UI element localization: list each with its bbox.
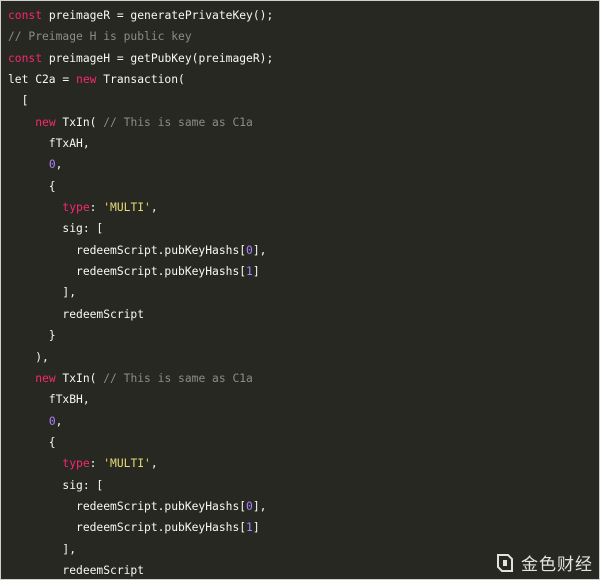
code-token-plain: ),	[8, 350, 49, 364]
code-token-number: 0	[48, 414, 56, 428]
watermark-text: 金色财经	[521, 555, 593, 575]
code-line: type: 'MULTI',	[8, 453, 599, 474]
code-line: sig: [	[8, 475, 599, 496]
code-token-number: 1	[246, 521, 253, 535]
code-token-plain: redeemScript.pubKeyHashs[	[8, 265, 247, 279]
code-token-plain: ],	[8, 286, 77, 300]
code-token-plain: TxIn(	[55, 371, 104, 385]
code-token-comment: // This is same as C1a	[103, 371, 253, 385]
code-token-number: 1	[246, 265, 253, 279]
code-token-plain: sig: [	[8, 478, 104, 492]
code-token-plain: preimageR = generatePrivateKey();	[42, 9, 274, 22]
code-line: fTxAH,	[8, 133, 599, 154]
code-token-plain: ,	[150, 457, 158, 471]
code-token-plain: ],	[252, 243, 267, 257]
code-line: new TxIn( // This is same as C1a	[8, 112, 599, 133]
code-token-plain: sig: [	[8, 222, 104, 236]
code-token-plain: ]	[252, 521, 260, 535]
code-token-plain: redeemScript.pubKeyHashs[	[8, 521, 247, 535]
code-token-plain: :	[89, 201, 104, 215]
code-line: new TxIn( // This is same as C1a	[8, 368, 599, 389]
code-line: redeemScript.pubKeyHashs[1]	[8, 517, 599, 538]
code-token-plain: {	[8, 435, 56, 449]
code-line: ),	[8, 347, 599, 368]
code-line: // Preimage H is public key	[8, 26, 599, 47]
code-token-number: 0	[48, 158, 56, 172]
code-token-number: 0	[246, 243, 253, 257]
code-token-keyword: new	[35, 115, 56, 129]
code-line: {	[8, 432, 599, 453]
code-token-plain: {	[8, 179, 56, 193]
code-line: [	[8, 90, 599, 111]
code-token-plain: fTxAH,	[8, 137, 90, 151]
code-token-plain: :	[89, 457, 104, 471]
code-token-plain: let C2a =	[8, 73, 77, 87]
code-line: sig: [	[8, 218, 599, 239]
code-view: const preimageR = generatePrivateKey(); /…	[8, 5, 599, 579]
code-token-comment: // This is same as C1a	[103, 115, 253, 129]
code-line: let C2a = new Transaction(	[8, 69, 599, 90]
code-token-keyword: type	[62, 201, 90, 215]
code-line: redeemScript.pubKeyHashs[0],	[8, 240, 599, 261]
code-token-comment: // Preimage H is public key	[8, 30, 192, 44]
code-token-number: 0	[246, 499, 253, 513]
code-line: const preimageR = generatePrivateKey();	[8, 5, 599, 26]
code-token-string: 'MULTI'	[103, 457, 151, 471]
code-token-plain: redeemScript.pubKeyHashs[	[8, 243, 247, 257]
code-token-plain: ],	[252, 499, 267, 513]
code-line: {	[8, 176, 599, 197]
code-token-plain: ,	[55, 414, 63, 428]
code-line: ],	[8, 282, 599, 303]
code-token-plain: fTxBH,	[8, 393, 90, 407]
code-token-plain: redeemScript	[8, 307, 145, 321]
code-token-plain: TxIn(	[55, 115, 104, 129]
code-token-string: 'MULTI'	[103, 201, 151, 215]
code-token-keyword: const	[8, 9, 43, 22]
code-token-plain: ]	[252, 265, 260, 279]
code-line: const preimageH = getPubKey(preimageR);	[8, 48, 599, 69]
code-token-plain: ,	[55, 158, 63, 172]
code-line: 0,	[8, 154, 599, 175]
code-token-keyword: type	[62, 457, 90, 471]
code-token-plain: Transaction(	[96, 73, 185, 87]
code-token-plain: ],	[8, 542, 77, 556]
watermark: 金色财经	[495, 550, 593, 575]
code-token-plain: redeemScript	[8, 563, 145, 577]
code-line: redeemScript.pubKeyHashs[0],	[8, 496, 599, 517]
code-line: redeemScript	[8, 304, 599, 325]
code-token-plain: preimageH = getPubKey(preimageR);	[42, 51, 274, 65]
code-token-plain: [	[8, 94, 29, 108]
code-line: }	[8, 325, 599, 346]
jinse-logo-icon	[497, 553, 513, 572]
code-token-keyword: new	[35, 371, 56, 385]
code-token-plain: redeemScript.pubKeyHashs[	[8, 499, 247, 513]
code-line: redeemScript.pubKeyHashs[1]	[8, 261, 599, 282]
code-line: fTxBH,	[8, 389, 599, 410]
code-line: 0,	[8, 411, 599, 432]
code-token-keyword: new	[76, 73, 97, 87]
code-snippet-frame: const preimageR = generatePrivateKey(); /…	[0, 0, 600, 580]
code-token-keyword: const	[8, 51, 43, 65]
code-token-plain: }	[8, 329, 56, 343]
code-line: type: 'MULTI',	[8, 197, 599, 218]
code-token-plain: ,	[150, 201, 158, 215]
